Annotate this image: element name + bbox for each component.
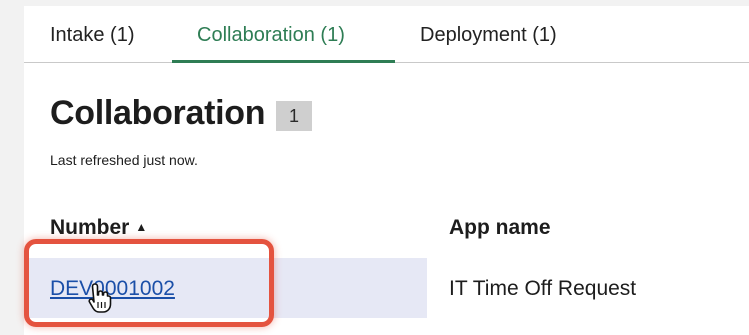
- app-name-text: IT Time Off Request: [449, 277, 637, 300]
- tab-collaboration[interactable]: Collaboration (1): [197, 24, 345, 47]
- hand-pointer-icon: [88, 283, 112, 313]
- sort-up-arrow-icon: ▲: [135, 220, 148, 234]
- column-header-app-name[interactable]: App name: [449, 216, 551, 240]
- last-refreshed-text: Last refreshed just now.: [50, 152, 198, 168]
- count-badge: 1: [276, 101, 312, 131]
- collaboration-panel: Intake (1) Collaboration (1) Deployment …: [24, 6, 749, 335]
- tab-deployment[interactable]: Deployment (1): [420, 24, 557, 47]
- column-header-number-label: Number: [50, 216, 130, 239]
- tab-bar: Intake (1) Collaboration (1) Deployment …: [24, 6, 749, 63]
- active-tab-indicator: [172, 60, 395, 63]
- page-title: Collaboration: [50, 94, 266, 132]
- column-header-number[interactable]: Number ▲: [50, 216, 147, 240]
- tab-intake[interactable]: Intake (1): [50, 24, 134, 47]
